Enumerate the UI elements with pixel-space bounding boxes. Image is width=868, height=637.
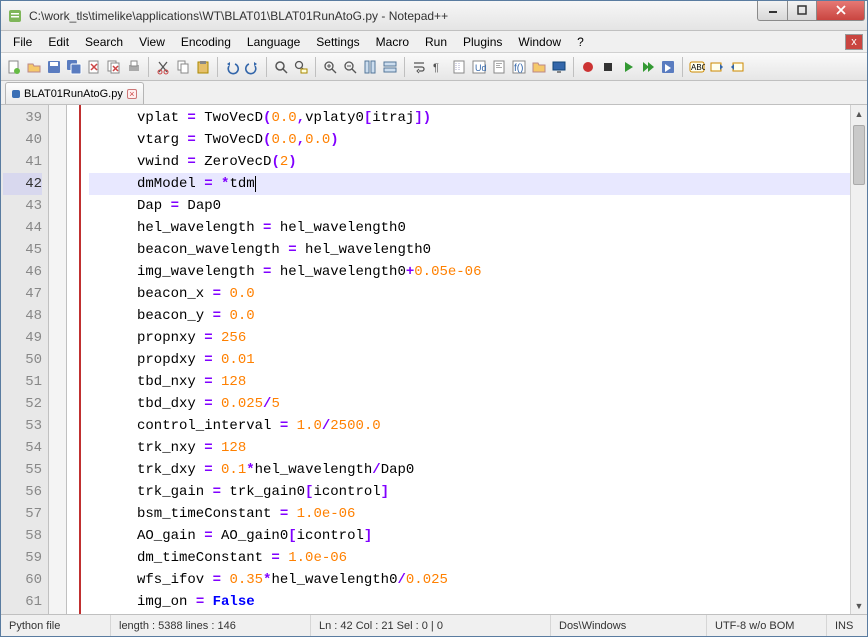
- close-all-icon[interactable]: [105, 58, 123, 76]
- menu-help[interactable]: ?: [569, 33, 592, 51]
- show-chars-icon[interactable]: ¶: [430, 58, 448, 76]
- status-length: length : 5388 lines : 146: [111, 615, 311, 636]
- copy-icon[interactable]: [174, 58, 192, 76]
- user-lang-icon[interactable]: Ud: [470, 58, 488, 76]
- scroll-thumb[interactable]: [853, 125, 865, 185]
- toolbar-sep: [682, 57, 683, 77]
- svg-text:Ud: Ud: [475, 63, 487, 73]
- save-icon[interactable]: [45, 58, 63, 76]
- toolbar-sep: [573, 57, 574, 77]
- print-icon[interactable]: [125, 58, 143, 76]
- app-window: C:\work_tls\timelike\applications\WT\BLA…: [0, 0, 868, 637]
- status-mode: INS: [827, 615, 867, 636]
- sync-h-icon[interactable]: [381, 58, 399, 76]
- play-icon[interactable]: [619, 58, 637, 76]
- maximize-button[interactable]: [787, 1, 817, 21]
- menu-settings[interactable]: Settings: [308, 33, 367, 51]
- code-area[interactable]: vplat = TwoVecD(0.0,vplaty0[itraj])vtarg…: [81, 105, 850, 614]
- statusbar: Python file length : 5388 lines : 146 Ln…: [1, 614, 867, 636]
- new-file-icon[interactable]: [5, 58, 23, 76]
- spellcheck-icon[interactable]: ABC: [688, 58, 706, 76]
- doc-map-icon[interactable]: [490, 58, 508, 76]
- monitor-icon[interactable]: [550, 58, 568, 76]
- redo-icon[interactable]: [243, 58, 261, 76]
- status-filetype: Python file: [1, 615, 111, 636]
- indent-guide-icon[interactable]: [450, 58, 468, 76]
- menu-window[interactable]: Window: [510, 33, 569, 51]
- menubar: File Edit Search View Encoding Language …: [1, 31, 867, 53]
- menu-macro[interactable]: Macro: [368, 33, 417, 51]
- window-controls: [757, 1, 865, 23]
- editor: 3940414243444546474849505152535455565758…: [1, 105, 867, 614]
- undo-icon[interactable]: [223, 58, 241, 76]
- file-icon: [12, 90, 20, 98]
- app-icon: [7, 8, 23, 24]
- tab-active[interactable]: BLAT01RunAtoG.py ×: [5, 82, 144, 104]
- open-file-icon[interactable]: [25, 58, 43, 76]
- find-icon[interactable]: [272, 58, 290, 76]
- scroll-down-icon[interactable]: ▼: [851, 597, 867, 614]
- func-list-icon[interactable]: f(): [510, 58, 528, 76]
- menu-plugins[interactable]: Plugins: [455, 33, 510, 51]
- spellcheck-prev-icon[interactable]: [708, 58, 726, 76]
- wordwrap-icon[interactable]: [410, 58, 428, 76]
- save-macro-icon[interactable]: [659, 58, 677, 76]
- tab-label: BLAT01RunAtoG.py: [24, 88, 123, 100]
- toolbar-sep: [148, 57, 149, 77]
- replace-icon[interactable]: [292, 58, 310, 76]
- fold-margin[interactable]: [67, 105, 81, 614]
- scroll-up-icon[interactable]: ▲: [851, 105, 867, 122]
- marker-margin[interactable]: [49, 105, 67, 614]
- stop-icon[interactable]: [599, 58, 617, 76]
- svg-text:ABC: ABC: [691, 63, 705, 72]
- menu-run[interactable]: Run: [417, 33, 455, 51]
- mdi-close-button[interactable]: x: [845, 34, 863, 50]
- sync-v-icon[interactable]: [361, 58, 379, 76]
- status-encoding: UTF-8 w/o BOM: [707, 615, 827, 636]
- tab-close-icon[interactable]: ×: [127, 89, 137, 99]
- titlebar: C:\work_tls\timelike\applications\WT\BLA…: [1, 1, 867, 31]
- toolbar-sep: [404, 57, 405, 77]
- toolbar: ¶ Ud f() ABC: [1, 53, 867, 81]
- menu-view[interactable]: View: [131, 33, 173, 51]
- zoom-in-icon[interactable]: [321, 58, 339, 76]
- menu-encoding[interactable]: Encoding: [173, 33, 239, 51]
- zoom-out-icon[interactable]: [341, 58, 359, 76]
- line-number-gutter[interactable]: 3940414243444546474849505152535455565758…: [1, 105, 49, 614]
- close-button[interactable]: [817, 1, 865, 21]
- svg-text:f(): f(): [514, 63, 523, 74]
- status-eol: Dos\Windows: [551, 615, 707, 636]
- minimize-button[interactable]: [757, 1, 787, 21]
- svg-text:¶: ¶: [433, 62, 439, 74]
- menu-language[interactable]: Language: [239, 33, 308, 51]
- status-pos: Ln : 42 Col : 21 Sel : 0 | 0: [311, 615, 551, 636]
- vertical-scrollbar[interactable]: ▲ ▼: [850, 105, 867, 614]
- spellcheck-next-icon[interactable]: [728, 58, 746, 76]
- record-icon[interactable]: [579, 58, 597, 76]
- paste-icon[interactable]: [194, 58, 212, 76]
- toolbar-sep: [266, 57, 267, 77]
- tabbar: BLAT01RunAtoG.py ×: [1, 81, 867, 105]
- folder-tree-icon[interactable]: [530, 58, 548, 76]
- toolbar-sep: [217, 57, 218, 77]
- menu-file[interactable]: File: [5, 33, 40, 51]
- play-multi-icon[interactable]: [639, 58, 657, 76]
- cut-icon[interactable]: [154, 58, 172, 76]
- menu-edit[interactable]: Edit: [40, 33, 77, 51]
- menu-search[interactable]: Search: [77, 33, 131, 51]
- toolbar-sep: [315, 57, 316, 77]
- save-all-icon[interactable]: [65, 58, 83, 76]
- window-title: C:\work_tls\timelike\applications\WT\BLA…: [29, 9, 757, 23]
- close-file-icon[interactable]: [85, 58, 103, 76]
